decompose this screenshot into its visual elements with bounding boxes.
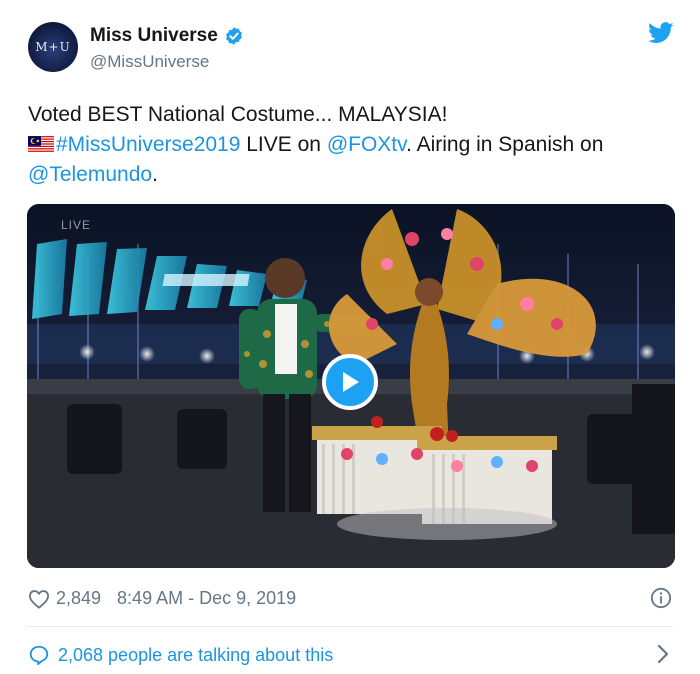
- divider: [27, 626, 673, 627]
- heart-icon[interactable]: [28, 589, 50, 609]
- user-handle[interactable]: @MissUniverse: [90, 52, 209, 72]
- twitter-bird-icon[interactable]: [648, 22, 674, 44]
- info-icon[interactable]: [650, 587, 672, 609]
- live-tag: LIVE: [61, 218, 92, 232]
- avatar[interactable]: M+U: [28, 22, 78, 72]
- name-row: Miss Universe: [90, 25, 244, 47]
- mention-fox-link[interactable]: @FOXtv: [327, 133, 406, 156]
- talking-about-text: 2,068 people are talking about this: [58, 644, 334, 665]
- malaysia-flag-icon: [28, 136, 54, 153]
- play-icon: [343, 372, 359, 392]
- tweet-timestamp[interactable]: 8:49 AM - Dec 9, 2019: [117, 588, 296, 609]
- tweet-text-after: . Airing in Spanish on: [406, 133, 604, 156]
- tweet-text-end: .: [152, 163, 158, 186]
- chevron-right-icon[interactable]: [656, 643, 670, 665]
- hashtag-link[interactable]: #MissUniverse2019: [56, 133, 240, 156]
- avatar-logo-text: M+U: [35, 40, 71, 54]
- tweet-meta: 2,849 8:49 AM - Dec 9, 2019: [28, 588, 296, 609]
- play-button[interactable]: [322, 354, 378, 410]
- tweet-text-line1: Voted BEST National Costume... MALAYSIA!: [28, 103, 448, 126]
- video-player[interactable]: LIVE: [27, 204, 675, 568]
- verified-badge-icon: [225, 27, 242, 45]
- display-name[interactable]: Miss Universe: [90, 25, 218, 47]
- speech-bubble-icon: [29, 645, 49, 666]
- tweet-card: M+U Miss Universe @MissUniverse Voted BE…: [0, 0, 700, 674]
- mention-telemundo-link[interactable]: @Telemundo: [28, 163, 152, 186]
- tweet-text-mid: LIVE on: [240, 133, 327, 156]
- tweet-text: Voted BEST National Costume... MALAYSIA!…: [28, 100, 678, 190]
- like-count[interactable]: 2,849: [56, 588, 101, 609]
- talking-about-link[interactable]: 2,068 people are talking about this: [28, 644, 333, 666]
